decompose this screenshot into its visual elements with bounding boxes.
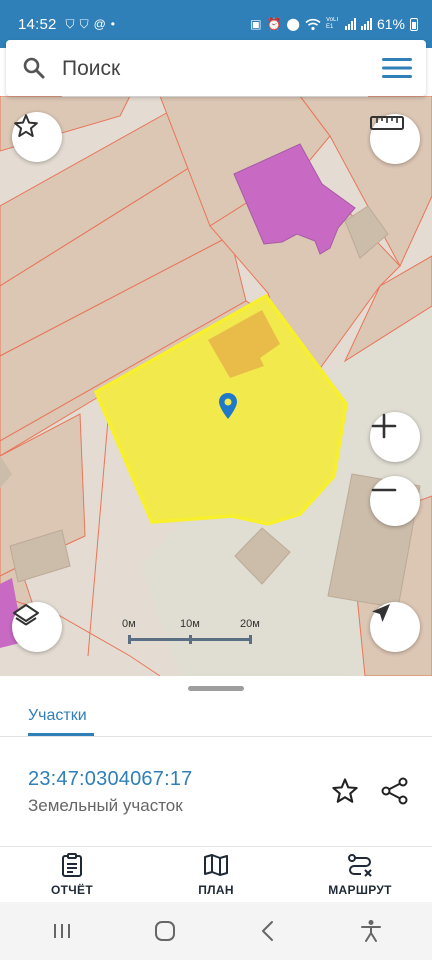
- scale-label-20: 20м: [240, 618, 260, 630]
- back-button[interactable]: [238, 906, 298, 956]
- home-button[interactable]: [135, 906, 195, 956]
- action-bar: ОТЧЁТ ПЛАН МАРШРУТ: [0, 846, 432, 902]
- drag-handle[interactable]: [188, 686, 244, 691]
- report-label: ОТЧЁТ: [51, 883, 93, 897]
- tab-parcels[interactable]: Участки: [28, 696, 87, 736]
- at-sign-icon: @: [93, 17, 106, 31]
- battery-icon: [410, 17, 418, 31]
- recent-apps-icon: [53, 924, 70, 938]
- share-icon: [381, 777, 408, 805]
- back-icon: [261, 921, 273, 941]
- report-button[interactable]: ОТЧЁТ: [0, 847, 144, 903]
- scale-label-10: 10м: [180, 618, 200, 630]
- map-scale: 0м 10м 20м: [122, 618, 262, 648]
- report-icon: [62, 853, 82, 877]
- route-button[interactable]: МАРШРУТ: [288, 847, 432, 903]
- scale-label-0: 0м: [122, 618, 136, 630]
- scale-tick: [249, 635, 252, 644]
- status-left: 14:52 ⛉ ⛉ @ •: [18, 16, 115, 33]
- map-view[interactable]: 0м 10м 20м: [0, 96, 432, 676]
- signal-icon-2: [360, 18, 372, 30]
- system-nav-bar: [0, 902, 432, 960]
- status-right: ▣ ⏰ ⬤ VoLTE1 61%: [250, 16, 418, 32]
- map-canvas: [0, 96, 432, 676]
- menu-icon[interactable]: [368, 40, 426, 96]
- dot-icon: •: [110, 17, 115, 31]
- zoom-out-button[interactable]: [370, 476, 420, 526]
- volte-label: VoLTE1: [325, 17, 340, 30]
- battery-percent: 61%: [376, 16, 405, 32]
- home-icon: [154, 921, 175, 941]
- share-button[interactable]: [376, 772, 414, 810]
- ruler-icon: [370, 116, 404, 130]
- bottom-sheet: Участки 23:47:0304067:17 Земельный участ…: [0, 676, 432, 846]
- signal-icon: [344, 18, 356, 30]
- plan-label: ПЛАН: [198, 883, 234, 897]
- route-label: МАРШРУТ: [328, 883, 392, 897]
- map-plan-icon: [204, 854, 228, 876]
- parcel-type: Земельный участок: [28, 796, 183, 815]
- location-marker-icon[interactable]: [218, 392, 238, 420]
- screen: 14:52 ⛉ ⛉ @ • ▣ ⏰ ⬤ VoLTE1 61% Поиск 0м …: [0, 0, 432, 960]
- layers-button[interactable]: [12, 602, 62, 652]
- scale-tick: [189, 635, 192, 644]
- search-input[interactable]: Поиск: [62, 41, 368, 97]
- star-icon: [332, 778, 358, 803]
- favorite-button[interactable]: [326, 772, 364, 810]
- my-location-button[interactable]: [370, 602, 420, 652]
- recent-apps-button[interactable]: [32, 906, 92, 956]
- navigation-arrow-icon: [372, 604, 390, 622]
- shield-icon: ⛉: [65, 17, 75, 31]
- zoom-in-icon: [371, 413, 397, 439]
- accessibility-icon: [360, 920, 381, 942]
- favorite-map-button[interactable]: [12, 112, 62, 162]
- wifi-icon: [305, 18, 321, 30]
- alarm-icon: ⏰: [266, 17, 282, 31]
- notification-icon: ▣: [250, 17, 262, 31]
- status-time: 14:52: [18, 15, 57, 33]
- search-bar: Поиск: [6, 40, 426, 97]
- layers-icon: [13, 604, 39, 626]
- scale-tick: [128, 635, 131, 644]
- location-icon: ⬤: [286, 17, 300, 31]
- route-icon: [348, 854, 372, 877]
- accessibility-button[interactable]: [341, 906, 401, 956]
- ruler-button[interactable]: [370, 114, 420, 164]
- search-icon[interactable]: [6, 40, 62, 96]
- zoom-in-button[interactable]: [370, 412, 420, 462]
- zoom-out-icon: [371, 488, 397, 492]
- parcel-number[interactable]: 23:47:0304067:17: [28, 768, 192, 791]
- star-icon: [14, 114, 38, 138]
- plan-button[interactable]: ПЛАН: [144, 847, 288, 903]
- sheet-divider: [0, 736, 432, 737]
- shield-icon: ⛉: [79, 17, 89, 31]
